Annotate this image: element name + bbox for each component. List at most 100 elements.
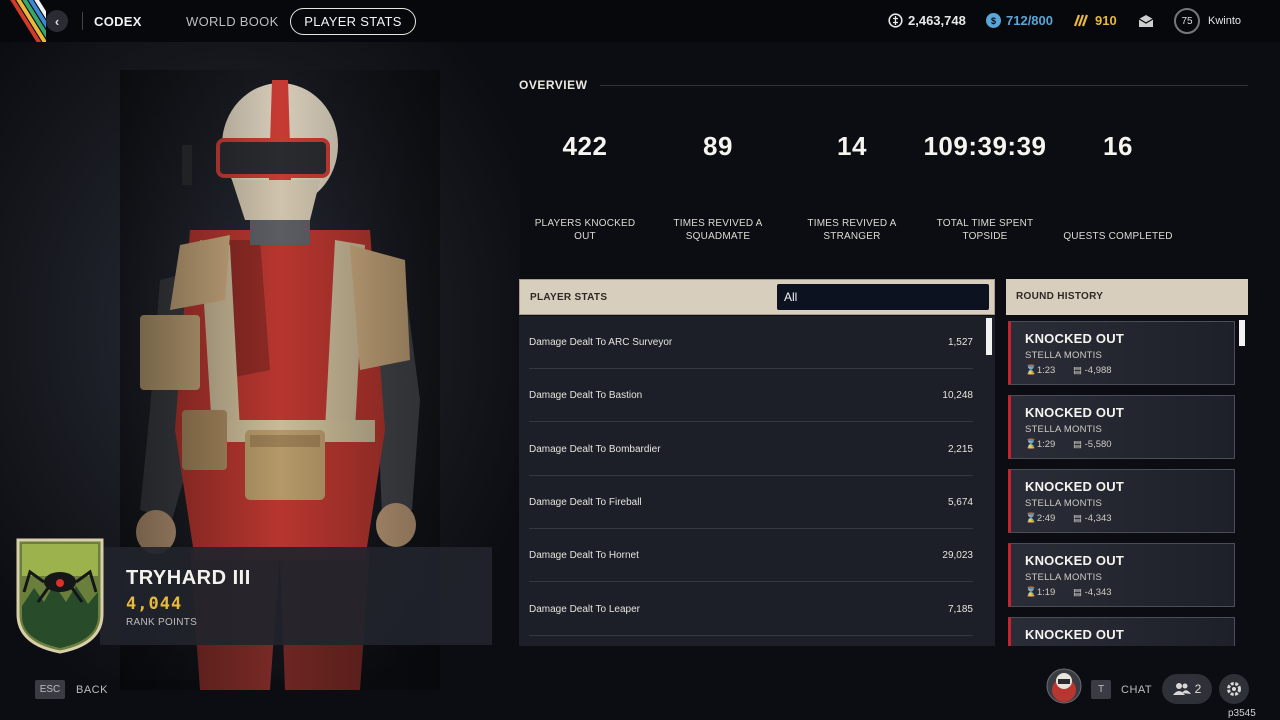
- stat-row-name: Damage Dealt To ARC Surveyor: [529, 337, 673, 348]
- stat-row: Damage Dealt To ARC Surveyor 1,527: [519, 316, 989, 369]
- stat-row-name: Damage Dealt To Bombardier: [529, 444, 661, 455]
- round-time-value: 2:49: [1036, 513, 1056, 524]
- round-time: ⌛1:23: [1025, 365, 1055, 376]
- round-coins: ▤ -5,580: [1073, 439, 1112, 450]
- party-member-avatar[interactable]: [1046, 668, 1082, 704]
- esc-key-hint[interactable]: ESC: [35, 680, 65, 699]
- hourglass-icon: ⌛: [1025, 439, 1037, 450]
- player-stats-title: PLAYER STATS: [530, 292, 608, 303]
- round-history-list[interactable]: KNOCKED OUT STELLA MONTIS ⌛1:23 ▤ -4,988…: [1006, 316, 1248, 646]
- cash-icon: ▤: [1073, 513, 1085, 524]
- stat-row-value: 7,185: [947, 604, 973, 615]
- chat-button[interactable]: CHAT: [1121, 684, 1152, 696]
- round-map: STELLA MONTIS: [1025, 350, 1103, 361]
- round-card[interactable]: KNOCKED OUT STELLA MONTIS ⌛1:23 ▤ -4,988: [1008, 321, 1235, 385]
- nav-codex[interactable]: CODEX: [94, 14, 142, 29]
- stat-quests-completed-label: QUESTS COMPLETED: [1063, 231, 1173, 242]
- round-map: STELLA MONTIS: [1025, 572, 1103, 583]
- users-icon: [1172, 683, 1191, 695]
- cash-icon: ▤: [1073, 439, 1085, 450]
- rank-points: 4,044: [126, 594, 183, 614]
- settings-button[interactable]: [1219, 674, 1249, 704]
- round-card[interactable]: KNOCKED OUT: [1008, 617, 1235, 646]
- currency-raider-tokens: 910: [1073, 13, 1117, 28]
- overview-title: OVERVIEW: [519, 78, 588, 92]
- round-history-header: ROUND HISTORY: [1006, 279, 1248, 315]
- round-card[interactable]: KNOCKED OUT STELLA MONTIS ⌛2:49 ▤ -4,343: [1008, 469, 1235, 533]
- gear-icon: [1227, 682, 1241, 696]
- player-stats-list[interactable]: Damage Dealt To ARC Surveyor 1,527 Damag…: [519, 316, 995, 646]
- round-result: KNOCKED OUT: [1025, 553, 1124, 568]
- stat-row-name: Damage Dealt To Fireball: [529, 497, 642, 508]
- stat-row-name: Damage Dealt To Bastion: [529, 390, 643, 401]
- stats-filter-dropdown[interactable]: All: [777, 284, 989, 310]
- stat-row-value: 2,215: [947, 444, 973, 455]
- stat-row-name: Damage Dealt To Leaper: [529, 604, 640, 615]
- cred-value: 712/800: [1006, 13, 1053, 28]
- round-time: ⌛1:19: [1025, 587, 1055, 598]
- round-map: STELLA MONTIS: [1025, 424, 1103, 435]
- round-history-scrollbar[interactable]: [1239, 320, 1245, 346]
- username[interactable]: Kwinto: [1208, 15, 1241, 27]
- round-card[interactable]: KNOCKED OUT STELLA MONTIS ⌛1:29 ▤ -5,580: [1008, 395, 1235, 459]
- cred-icon: $: [986, 13, 1001, 28]
- round-card[interactable]: KNOCKED OUT STELLA MONTIS ⌛1:19 ▤ -4,343: [1008, 543, 1235, 607]
- hourglass-icon: ⌛: [1025, 587, 1037, 598]
- round-result: KNOCKED OUT: [1025, 479, 1124, 494]
- chevron-left-icon[interactable]: ‹: [46, 10, 68, 32]
- round-coins-value: -4,988: [1084, 365, 1112, 376]
- round-map: STELLA MONTIS: [1025, 498, 1103, 509]
- round-history-title: ROUND HISTORY: [1016, 291, 1104, 302]
- tab-player-stats[interactable]: PLAYER STATS: [290, 8, 416, 35]
- round-time: ⌛1:29: [1025, 439, 1055, 450]
- stat-quests-completed-value: 16: [1103, 131, 1133, 161]
- mail-icon[interactable]: [1137, 13, 1155, 29]
- round-coins: ▤ -4,343: [1073, 513, 1112, 524]
- round-time-value: 1:23: [1036, 365, 1056, 376]
- stat-row-name: Damage Dealt To Hornet: [529, 550, 639, 561]
- raider-token-icon: [1073, 14, 1089, 27]
- stat-row-value: 5,674: [947, 497, 973, 508]
- coins-icon: [888, 13, 903, 28]
- party-count: 2: [1194, 682, 1202, 696]
- stat-row-value: 10,248: [942, 390, 973, 401]
- stat-row-value: 1,527: [947, 337, 973, 348]
- row-divider: [529, 421, 973, 422]
- tab-world-book[interactable]: WORLD BOOK: [186, 14, 279, 29]
- overview-divider: [600, 85, 1248, 86]
- round-time-value: 1:29: [1036, 439, 1056, 450]
- brand-stripes: [0, 0, 46, 42]
- player-level-badge[interactable]: 75: [1174, 8, 1200, 34]
- stat-row: Damage Dealt To Fireball 5,674: [519, 476, 989, 529]
- stat-row-value: 29,023: [942, 550, 973, 561]
- round-coins: ▤ -4,988: [1073, 365, 1112, 376]
- t-key-hint[interactable]: T: [1091, 680, 1111, 699]
- currency-coins: 2,463,748: [888, 13, 966, 28]
- stat-row: Damage Dealt To Leaper 7,185: [519, 583, 989, 636]
- round-time-value: 1:19: [1036, 587, 1056, 598]
- round-coins-value: -5,580: [1084, 439, 1112, 450]
- stat-row: Damage Dealt To Bastion 10,248: [519, 369, 989, 422]
- hourglass-icon: ⌛: [1025, 365, 1037, 376]
- round-coins-value: -4,343: [1084, 587, 1112, 598]
- top-nav-bar: ‹ CODEX WORLD BOOK PLAYER STATS 2,463,74…: [0, 0, 1280, 42]
- stat-row: Damage Dealt To Hornet 29,023: [519, 529, 989, 582]
- player-stats-scrollbar[interactable]: [986, 318, 992, 355]
- party-button[interactable]: 2: [1162, 674, 1212, 704]
- row-divider: [529, 581, 973, 582]
- round-time: ⌛2:49: [1025, 513, 1055, 524]
- cash-icon: ▤: [1073, 587, 1085, 598]
- hourglass-icon: ⌛: [1025, 513, 1037, 524]
- rank-badge-icon: [16, 538, 104, 654]
- round-result: KNOCKED OUT: [1025, 405, 1124, 420]
- stat-revived-stranger-label: TIMES REVIVED A STRANGER: [807, 218, 897, 242]
- cash-icon: ▤: [1073, 365, 1085, 376]
- back-button[interactable]: BACK: [76, 684, 108, 696]
- rank-title: TRYHARD III: [126, 567, 251, 589]
- nav-divider: [82, 12, 83, 30]
- coins-value: 2,463,748: [908, 13, 966, 28]
- stat-players-knocked-out-label: PLAYERS KNOCKED OUT: [534, 218, 636, 242]
- currency-cred: $ 712/800: [986, 13, 1053, 28]
- rank-points-label: RANK POINTS: [126, 617, 198, 628]
- round-coins-value: -4,343: [1084, 513, 1112, 524]
